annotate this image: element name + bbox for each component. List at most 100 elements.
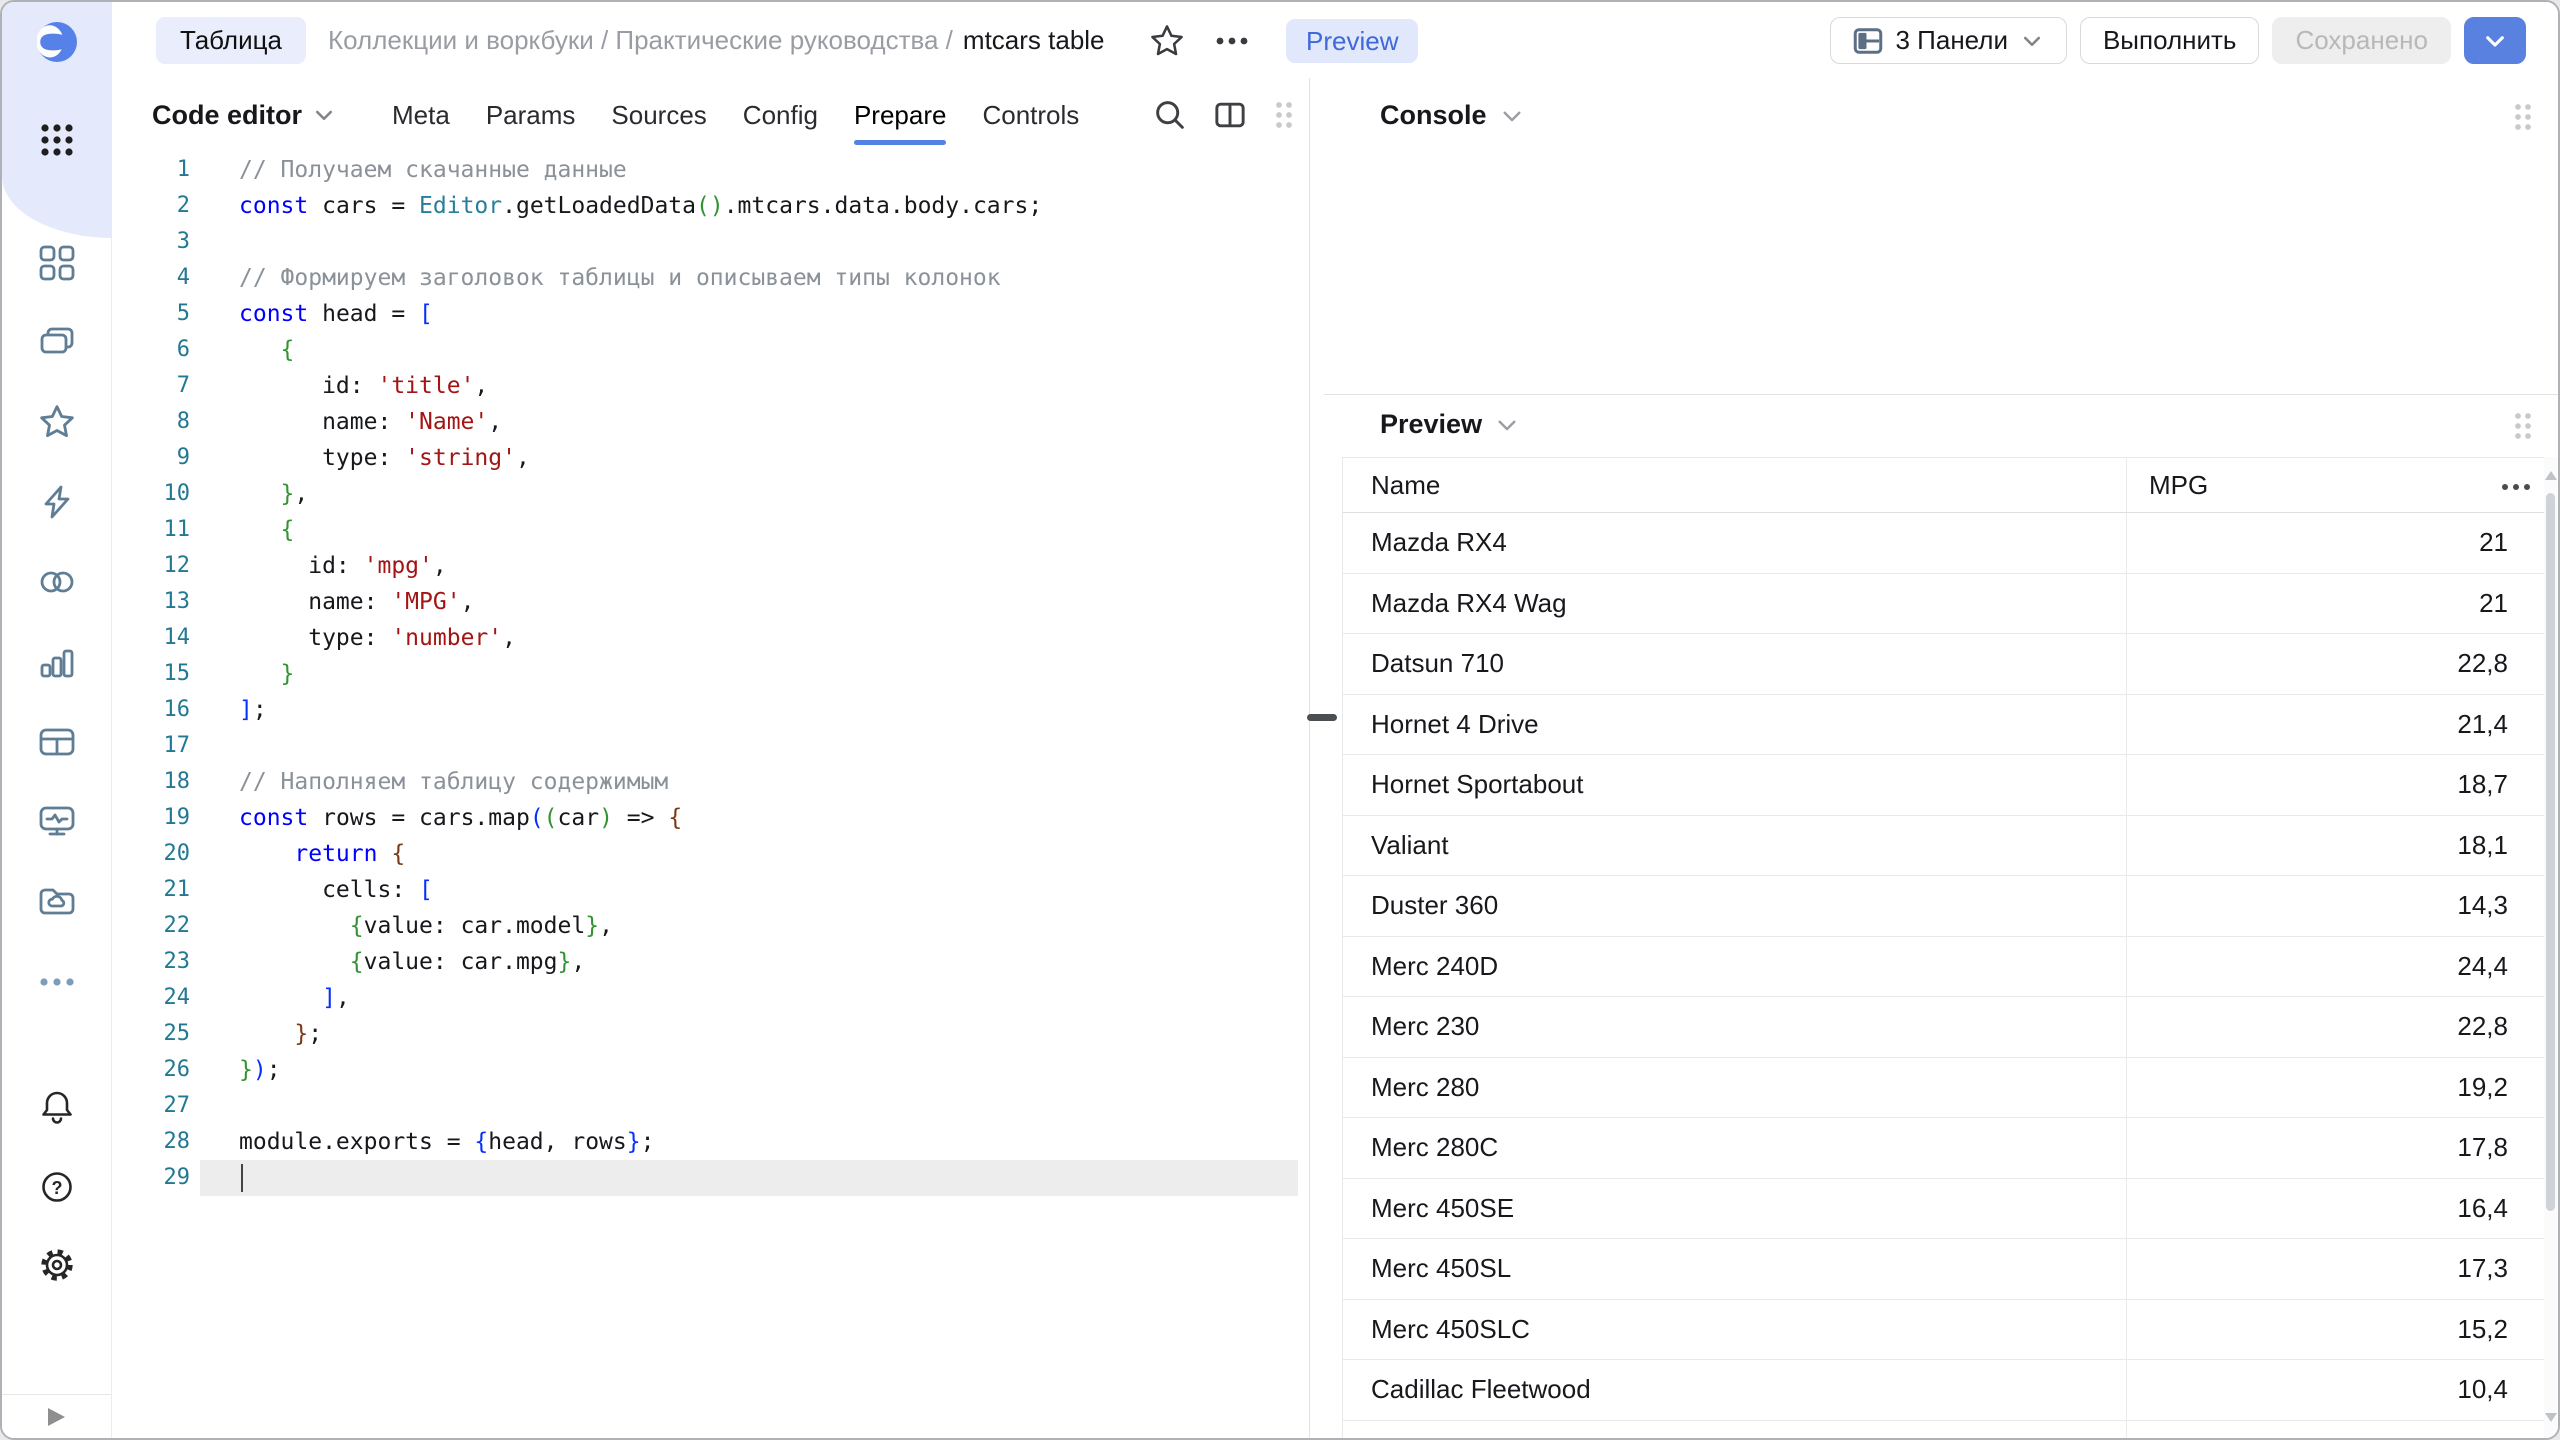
cell-mpg: 17,3 [2127,1239,2548,1299]
line-number: 8 [112,404,190,440]
tab-meta[interactable]: Meta [392,82,450,149]
code-line: 29 [112,1160,1308,1196]
panel-splitter-handle[interactable] [1307,714,1337,721]
table-row: Datsun 71022,8 [1343,634,2548,695]
panel-splitter [1309,78,1310,1438]
code-editor-panel: Code editor Meta Params Sources Config Prepa… [112,78,1309,1438]
tab-controls[interactable]: Controls [982,82,1079,149]
drag-handle-icon[interactable] [2512,102,2534,132]
breadcrumb-path[interactable]: Коллекции и воркбуки / Практические руко… [328,25,953,56]
tab-prepare[interactable]: Prepare [854,82,947,149]
preview-panel: Preview NameMPGMazda RX421Mazda RX4 Wag2… [1342,395,2558,1438]
cell-name: Merc 450SE [1343,1179,2127,1239]
breadcrumb[interactable]: Коллекции и воркбуки / Практические руко… [328,2,1105,78]
preview-table-scrollbar[interactable] [2544,457,2557,1438]
run-button-label: Выполнить [2103,25,2237,56]
cell-mpg: 18,1 [2127,816,2548,876]
scrollbar-down-arrow[interactable] [2545,1413,2557,1422]
scrollbar-up-arrow[interactable] [2545,471,2557,480]
save-dropdown-button[interactable] [2464,17,2526,64]
favorites-star-icon[interactable] [37,402,77,442]
line-number: 7 [112,368,190,404]
code-line: 27 [112,1088,1308,1124]
console-panel: Console [1342,78,2558,394]
line-number: 25 [112,1016,190,1052]
line-number: 1 [112,152,190,188]
bar-chart-icon[interactable] [37,642,77,682]
cell-name: Valiant [1343,816,2127,876]
cell-name: Merc 280C [1343,1118,2127,1178]
code-line: 14 type: 'number', [112,620,1308,656]
code-line: 12 id: 'mpg', [112,548,1308,584]
chevron-down-icon [1499,103,1525,129]
bell-icon[interactable] [37,1087,77,1127]
console-header[interactable]: Console [1380,100,1525,131]
preview-header[interactable]: Preview [1380,409,1520,440]
panels-select[interactable]: 3 Панели [1830,17,2066,64]
editor-view-select[interactable]: Code editor [152,100,336,131]
tab-params[interactable]: Params [486,82,576,149]
cell-name: Merc 240D [1343,937,2127,997]
table-row: Mazda RX421 [1343,513,2548,574]
panels-icon [1853,26,1883,56]
scrollbar-thumb[interactable] [2546,493,2555,1211]
collections-icon[interactable] [37,322,77,362]
cell-name: Merc 450SL [1343,1239,2127,1299]
expand-sidebar-icon[interactable] [44,1405,68,1429]
table-row: Lincoln Continental10,4 [1343,1421,2548,1439]
code-line: 19const rows = cars.map((car) => { [112,800,1308,836]
folder-cloud-icon[interactable] [37,881,77,921]
column-header-name[interactable]: Name [1343,458,2127,512]
cell-name: Hornet Sportabout [1343,755,2127,815]
table-menu-button[interactable] [2494,476,2538,498]
tab-config[interactable]: Config [743,82,818,149]
dashboard-grid-icon[interactable] [37,243,77,283]
editor-view-label: Code editor [152,100,302,131]
editor-tabs-row: Code editor Meta Params Sources Config Prepa… [112,78,1309,152]
cell-mpg: 14,3 [2127,876,2548,936]
cell-name: Merc 450SLC [1343,1300,2127,1360]
run-button[interactable]: Выполнить [2080,17,2260,64]
table-icon[interactable] [37,722,77,762]
code-line: 4// Формируем заголовок таблицы и описыв… [112,260,1308,296]
table-row: Merc 240D24,4 [1343,937,2548,998]
drag-handle-icon[interactable] [1273,100,1295,130]
code-line: 3 [112,224,1308,260]
monitor-pulse-icon[interactable] [37,801,77,841]
more-ellipsis-icon[interactable] [37,962,77,1002]
preview-title: Preview [1380,409,1482,440]
line-number: 3 [112,224,190,260]
lightning-icon[interactable] [37,482,77,522]
cell-name: Lincoln Continental [1343,1421,2127,1439]
table-row: Cadillac Fleetwood10,4 [1343,1360,2548,1421]
table-row: Hornet 4 Drive21,4 [1343,695,2548,756]
cell-name: Mazda RX4 [1343,513,2127,573]
linked-circles-icon[interactable] [37,562,77,602]
code-line: 1// Получаем скачанные данные [112,152,1308,188]
cell-mpg: 10,4 [2127,1360,2548,1420]
line-number: 23 [112,944,190,980]
star-icon [1148,22,1186,60]
column-header-mpg[interactable]: MPG [2127,458,2548,512]
help-icon[interactable]: ? [37,1167,77,1207]
split-view-icon[interactable] [1213,98,1247,132]
table-row: Merc 23022,8 [1343,997,2548,1058]
apps-grid-icon[interactable] [37,120,77,160]
favorite-star-button[interactable] [1147,21,1187,61]
preview-mode-label: Preview [1306,26,1398,57]
code-line: 10 }, [112,476,1308,512]
tab-sources[interactable]: Sources [611,82,706,149]
topbar: Таблица Коллекции и воркбуки / Практичес… [112,2,2558,78]
datalens-logo-icon[interactable] [37,22,77,62]
gear-icon[interactable] [37,1245,77,1285]
line-number: 20 [112,836,190,872]
line-number: 28 [112,1124,190,1160]
code-lines[interactable]: 1// Получаем скачанные данные2const cars… [112,152,1308,1438]
line-number: 21 [112,872,190,908]
table-row: Merc 450SE16,4 [1343,1179,2548,1240]
search-icon[interactable] [1153,98,1187,132]
drag-handle-icon[interactable] [2512,411,2534,441]
sidebar: ? [2,2,112,1438]
preview-mode-button[interactable]: Preview [1286,19,1418,63]
more-actions-button[interactable] [1212,21,1252,61]
